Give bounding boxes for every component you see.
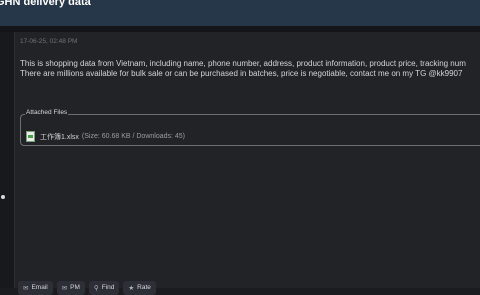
star-icon: ★ — [128, 285, 135, 292]
attachment-item[interactable]: 工作簿1.xlsx (Size: 60.68 KB / Downloads: 4… — [26, 131, 185, 142]
post-message: This is shopping data from Vietnam, incl… — [20, 59, 480, 79]
post-message-line: There are millions available for bulk sa… — [20, 69, 463, 78]
mail-icon: ✉ — [23, 285, 29, 292]
post-message-line: This is shopping data from Vietnam, incl… — [20, 59, 466, 68]
post-timestamp: 17-06-25, 02:48 PM — [20, 38, 78, 45]
thread-header: GHN delivery data — [0, 0, 480, 26]
thread-title: GHN delivery data — [0, 0, 91, 8]
find-button[interactable]: ⚲ Find — [88, 281, 120, 295]
attached-files-box: Attached Files 工作簿1.xlsx (Size: 60.68 KB… — [20, 109, 480, 146]
search-icon: ⚲ — [93, 285, 99, 292]
message-icon: ✉ — [61, 285, 68, 292]
rate-button[interactable]: ★ Rate — [123, 281, 156, 295]
excel-file-icon — [26, 131, 35, 142]
attachment-name[interactable]: 工作簿1.xlsx — [40, 132, 79, 142]
online-status-dot — [1, 195, 5, 199]
post-actions: ✉ Email ✉ PM ⚲ Find ★ Rate — [18, 281, 156, 295]
author-column — [0, 32, 14, 288]
pm-button[interactable]: ✉ PM — [56, 281, 85, 295]
attachment-meta: (Size: 60.68 KB / Downloads: 45) — [81, 133, 186, 140]
attached-files-legend: Attached Files — [25, 109, 69, 116]
email-button[interactable]: ✉ Email — [18, 281, 53, 295]
